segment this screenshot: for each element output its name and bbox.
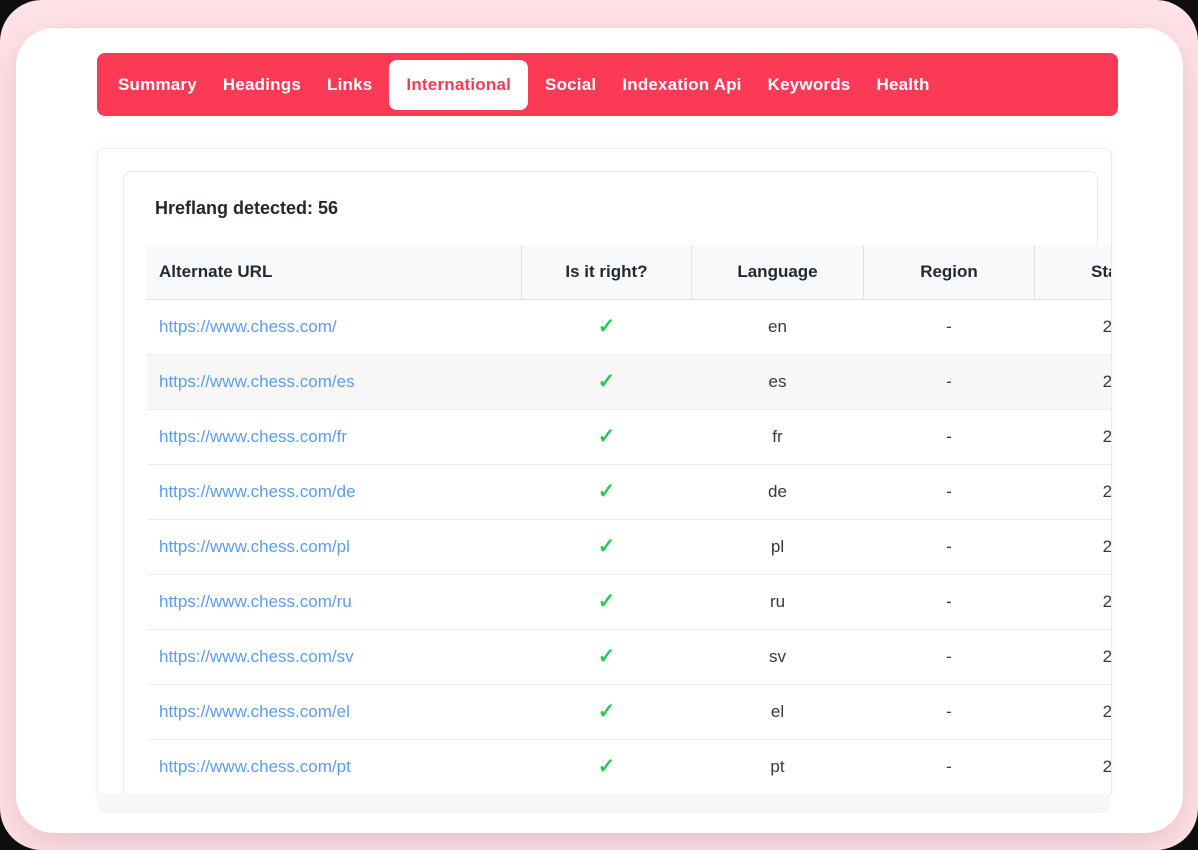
table-row: https://www.chess.com/es ✓ es-200 [147,355,1112,410]
tab-summary[interactable]: Summary [105,60,210,110]
region-cell: - [864,410,1035,465]
language-cell: ru [692,575,864,630]
status-cell: 200 [1035,630,1113,685]
region-cell: - [864,575,1035,630]
table-row: https://www.chess.com/de ✓ de-200 [147,465,1112,520]
alternate-url-cell: https://www.chess.com/ [147,300,522,355]
region-cell: - [864,740,1035,795]
check-icon: ✓ [598,645,616,668]
tab-links[interactable]: Links [314,60,385,110]
report-tabs-navbar: SummaryHeadingsLinksInternationalSocialI… [97,53,1118,116]
table-body: https://www.chess.com/✓en-200https://www… [147,300,1112,795]
check-icon: ✓ [598,425,616,448]
language-cell: es [692,355,864,410]
table-row: https://www.chess.com/ ✓ en-200 [147,300,1112,355]
hreflang-table: Alternate URLIs it right?LanguageRegionS… [147,245,1112,794]
status-cell: 200 [1035,685,1113,740]
language-cell: en [692,300,864,355]
column-header-region: Region [864,245,1035,300]
table-row: https://www.chess.com/el ✓ el-200 [147,685,1112,740]
region-cell: - [864,630,1035,685]
alternate-url-link[interactable]: https://www.chess.com/es [159,372,355,391]
language-cell: de [692,465,864,520]
language-cell: pl [692,520,864,575]
hreflang-detected-title: Hreflang detected: 56 [155,198,1074,219]
is-it-right-cell: ✓ [522,520,692,575]
status-cell: 200 [1035,520,1113,575]
table-row: https://www.chess.com/pt ✓ pt-200 [147,740,1112,795]
navbar-tabs: SummaryHeadingsLinksInternationalSocialI… [105,60,943,110]
status-cell: 200 [1035,575,1113,630]
is-it-right-cell: ✓ [522,575,692,630]
is-it-right-cell: ✓ [522,300,692,355]
check-icon: ✓ [598,480,616,503]
alternate-url-link[interactable]: https://www.chess.com/fr [159,427,347,446]
table-row: https://www.chess.com/sv ✓ sv-200 [147,630,1112,685]
alternate-url-cell: https://www.chess.com/de [147,465,522,520]
alternate-url-cell: https://www.chess.com/sv [147,630,522,685]
region-cell: - [864,685,1035,740]
alternate-url-link[interactable]: https://www.chess.com/pl [159,537,350,556]
check-icon: ✓ [598,700,616,723]
tab-social[interactable]: Social [532,60,609,110]
international-tab-panel: Hreflang detected: 56 Alternate URLIs it… [97,148,1112,794]
table-header-row: Alternate URLIs it right?LanguageRegionS… [147,245,1112,300]
table-row: https://www.chess.com/fr ✓ fr-200 [147,410,1112,465]
language-cell: el [692,685,864,740]
alternate-url-link[interactable]: https://www.chess.com/el [159,702,350,721]
table-row: https://www.chess.com/pl ✓ pl-200 [147,520,1112,575]
panel-bottom-strip [97,793,1110,813]
is-it-right-cell: ✓ [522,410,692,465]
tab-international[interactable]: International [389,60,528,110]
alternate-url-link[interactable]: https://www.chess.com/ [159,317,337,336]
is-it-right-cell: ✓ [522,630,692,685]
alternate-url-link[interactable]: https://www.chess.com/ru [159,592,352,611]
hreflang-card: Hreflang detected: 56 Alternate URLIs it… [123,171,1098,794]
check-icon: ✓ [598,590,616,613]
page-frame: SummaryHeadingsLinksInternationalSocialI… [0,0,1198,850]
alternate-url-link[interactable]: https://www.chess.com/de [159,482,356,501]
check-icon: ✓ [598,315,616,338]
tab-indexation-api[interactable]: Indexation Api [609,60,754,110]
status-cell: 200 [1035,300,1113,355]
alternate-url-cell: https://www.chess.com/ru [147,575,522,630]
is-it-right-cell: ✓ [522,685,692,740]
alternate-url-cell: https://www.chess.com/fr [147,410,522,465]
status-cell: 200 [1035,740,1113,795]
status-cell: 200 [1035,410,1113,465]
status-cell: 200 [1035,355,1113,410]
column-header-check: Is it right? [522,245,692,300]
column-header-lang: Language [692,245,864,300]
tab-keywords[interactable]: Keywords [755,60,864,110]
tab-headings[interactable]: Headings [210,60,314,110]
language-cell: fr [692,410,864,465]
alternate-url-cell: https://www.chess.com/es [147,355,522,410]
alternate-url-cell: https://www.chess.com/pt [147,740,522,795]
check-icon: ✓ [598,755,616,778]
region-cell: - [864,300,1035,355]
check-icon: ✓ [598,535,616,558]
alternate-url-link[interactable]: https://www.chess.com/sv [159,647,354,666]
alternate-url-link[interactable]: https://www.chess.com/pt [159,757,351,776]
region-cell: - [864,465,1035,520]
status-cell: 200 [1035,465,1113,520]
language-cell: pt [692,740,864,795]
region-cell: - [864,355,1035,410]
check-icon: ✓ [598,370,616,393]
tab-health[interactable]: Health [863,60,942,110]
is-it-right-cell: ✓ [522,465,692,520]
is-it-right-cell: ✓ [522,740,692,795]
is-it-right-cell: ✓ [522,355,692,410]
app-window: SummaryHeadingsLinksInternationalSocialI… [16,28,1183,833]
region-cell: - [864,520,1035,575]
column-header-status: Status [1035,245,1113,300]
column-header-url: Alternate URL [147,245,522,300]
language-cell: sv [692,630,864,685]
alternate-url-cell: https://www.chess.com/pl [147,520,522,575]
table-row: https://www.chess.com/ru ✓ ru-200 [147,575,1112,630]
alternate-url-cell: https://www.chess.com/el [147,685,522,740]
